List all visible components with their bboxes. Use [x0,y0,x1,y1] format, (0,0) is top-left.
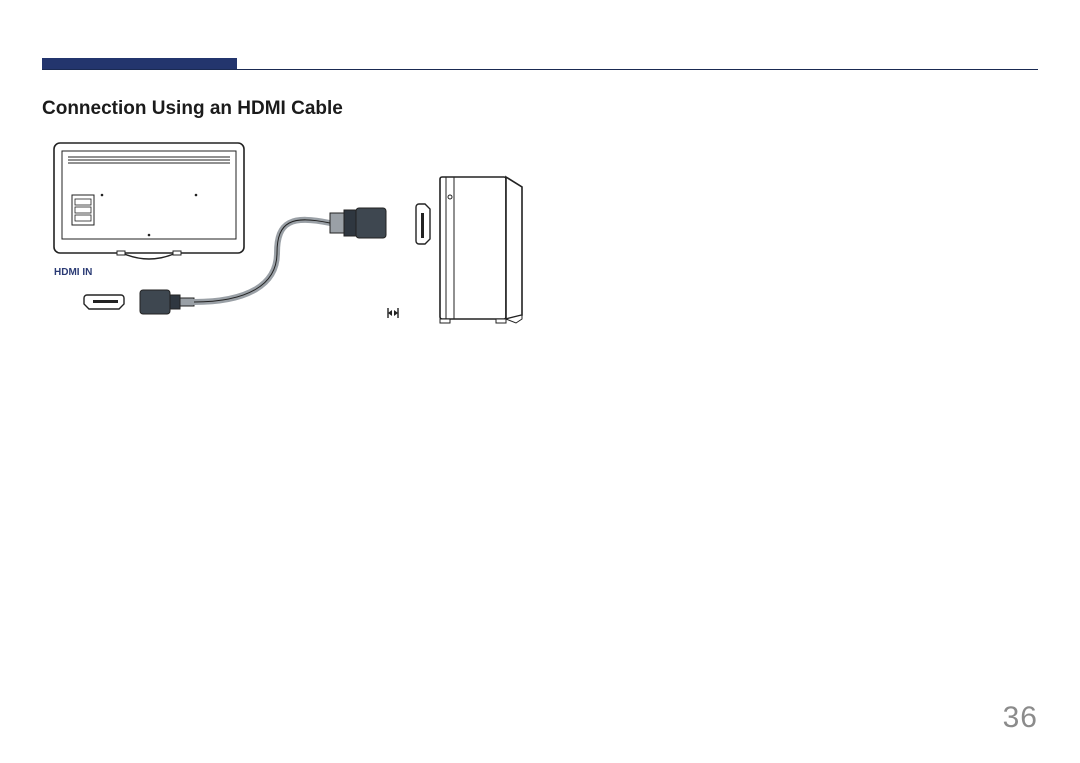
page: Connection Using an HDMI Cable [0,0,1080,763]
pc-hdmi-port-icon [416,204,430,244]
hdmi-in-label: HDMI IN [54,267,92,278]
monitor-back-icon [54,143,244,259]
pc-tower-icon [440,177,522,323]
header-rule [42,69,1038,70]
section-title: Connection Using an HDMI Cable [42,98,343,120]
hdmi-port-icon [84,295,124,309]
header-accent-bar [42,58,237,69]
connection-diagram: HDMI IN [42,135,562,345]
page-number: 36 [1003,701,1038,735]
diagram-svg: HDMI IN [42,135,562,345]
connector-marker-icon [388,308,398,318]
